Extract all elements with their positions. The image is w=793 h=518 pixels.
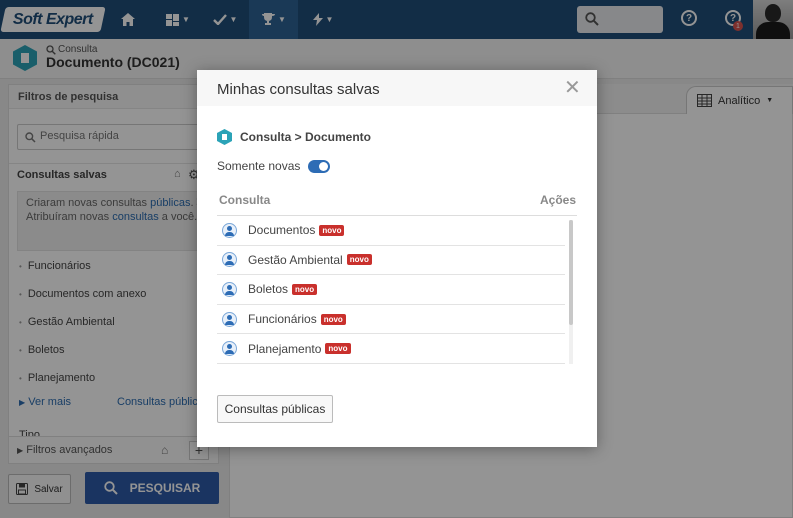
table-row[interactable]: Boletos novo (217, 275, 565, 305)
close-icon[interactable]: ✕ (564, 78, 581, 98)
table-row[interactable]: Planejamento novo (217, 334, 565, 364)
new-badge: novo (320, 313, 346, 325)
new-badge: novo (319, 224, 345, 236)
new-badge: novo (346, 254, 372, 266)
saved-queries-dialog: Minhas consultas salvas ✕ Consulta > Doc… (197, 70, 597, 447)
user-icon (222, 281, 237, 297)
user-icon (222, 311, 237, 327)
user-icon (222, 252, 237, 268)
breadcrumb: Consulta > Documento (217, 129, 371, 145)
document-icon (217, 129, 232, 145)
user-icon (222, 222, 237, 238)
new-badge: novo (325, 343, 351, 355)
saved-queries-list: Documentos novo Gestão Ambiental novo Bo… (217, 216, 565, 364)
only-new-toggle[interactable] (308, 159, 331, 173)
table-row[interactable]: Gestão Ambiental novo (217, 246, 565, 276)
column-header-acoes: Ações (540, 193, 577, 207)
user-icon (222, 341, 237, 357)
dialog-title: Minhas consultas salvas (217, 81, 380, 98)
scrollbar-thumb[interactable] (569, 220, 573, 325)
public-queries-button[interactable]: Consultas públicas (217, 395, 333, 423)
new-badge: novo (292, 283, 318, 295)
table-row[interactable]: Documentos novo (217, 216, 565, 246)
table-row[interactable]: Funcionários novo (217, 305, 565, 335)
only-new-label: Somente novas (217, 159, 301, 173)
column-header-consulta: Consulta (219, 193, 271, 207)
